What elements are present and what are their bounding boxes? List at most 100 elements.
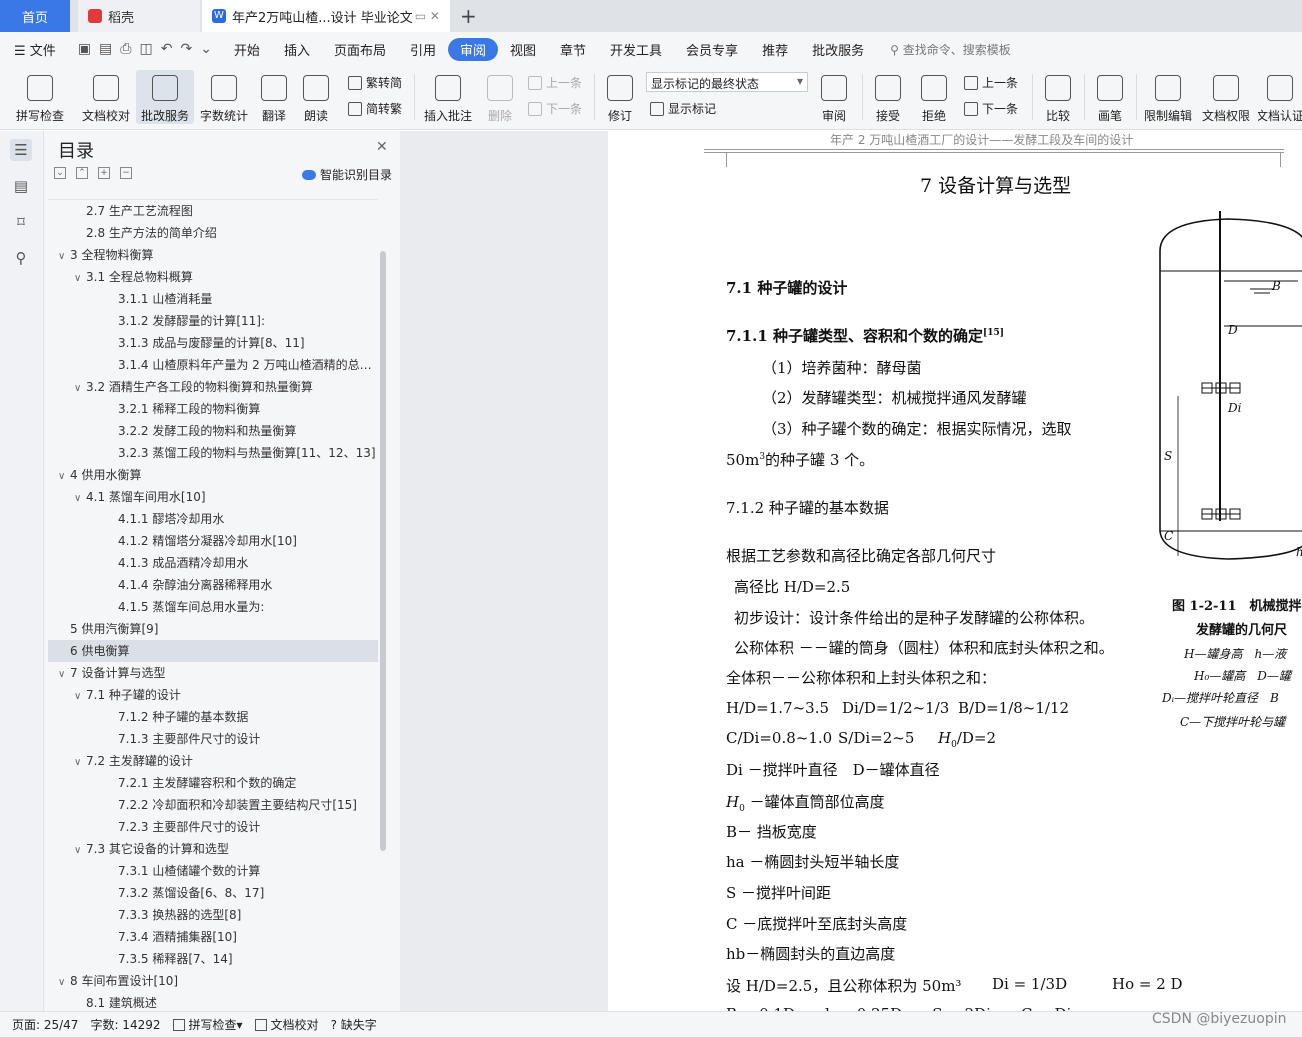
toc-item[interactable]: 4.1.4 杂醇油分离器稀释用水 xyxy=(48,574,378,596)
missing-font-status[interactable]: ? 缺失字 xyxy=(331,1016,377,1033)
undo-icon[interactable]: ↶ xyxy=(161,41,173,57)
compare-button[interactable]: 比较 xyxy=(1038,70,1078,124)
chevron-down-icon[interactable]: ∨ xyxy=(74,840,86,860)
prev-change-button[interactable]: 上一条 xyxy=(964,74,1018,91)
menu-layout[interactable]: 页面布局 xyxy=(322,40,398,59)
spell-check-status[interactable]: 拼写检查 ▾ xyxy=(172,1016,243,1033)
chevron-down-icon[interactable]: ∨ xyxy=(74,268,86,288)
translate-button[interactable]: 翻译 xyxy=(254,70,294,124)
toc-item[interactable]: 7.3.3 换热器的选型[8] xyxy=(48,904,378,926)
doc-cert-button[interactable]: 文档认证 xyxy=(1258,70,1302,124)
toc-item[interactable]: 7.2.2 冷却面积和冷却装置主要结构尺寸[15] xyxy=(48,794,378,816)
delete-comment-button[interactable]: 删除 xyxy=(480,70,520,124)
toc-item[interactable]: ∨ 7.1 种子罐的设计 xyxy=(48,684,378,706)
toc-item[interactable]: 4.1.1 醪塔冷却用水 xyxy=(48,508,378,530)
toc-item[interactable]: 7.3.2 蒸馏设备[6、8、17] xyxy=(48,882,378,904)
menu-view[interactable]: 视图 xyxy=(498,40,548,59)
toc-item[interactable]: ∨ 3.1 全程总物料概算 xyxy=(48,266,378,288)
word-count-indicator[interactable]: 字数: 14292 xyxy=(90,1016,160,1033)
menu-review[interactable]: 审阅 xyxy=(447,37,498,61)
toc-item[interactable]: 3.1.2 发酵醪量的计算[11]: xyxy=(48,310,378,332)
menu-member[interactable]: 会员专享 xyxy=(674,40,750,59)
toc-item[interactable]: ∨ 3 全程物料衡算 xyxy=(48,244,378,266)
next-change-button[interactable]: 下一条 xyxy=(964,100,1018,117)
toc-item[interactable]: 7.3.4 酒精捕集器[10] xyxy=(48,926,378,948)
to-traditional-button[interactable]: 繁转简 xyxy=(348,74,402,91)
document-page[interactable]: 年产 2 万吨山楂酒工厂的设计——发酵工段及车间的设计 7 设备计算与选型 7.… xyxy=(608,131,1302,1011)
restrict-edit-button[interactable]: 限制编辑 xyxy=(1142,70,1194,124)
prev-comment-button[interactable]: 上一条 xyxy=(528,74,582,91)
save-icon[interactable]: ▣ xyxy=(78,41,91,57)
toc-icon[interactable]: ☰ xyxy=(10,139,32,161)
print-icon[interactable]: ⎙ xyxy=(120,41,131,57)
toc-item[interactable]: ∨ 3.2 酒精生产各工段的物料衡算和热量衡算 xyxy=(48,376,378,398)
tab-home[interactable]: 首页 xyxy=(0,0,70,32)
display-mode-select[interactable]: 显示标记的最终状态 ▾ xyxy=(646,72,808,92)
tab-close-icon[interactable]: ▭ ✕ xyxy=(415,9,440,23)
toc-item[interactable]: 3.2.3 蒸馏工段的物料与热量衡算[11、12、13] xyxy=(48,442,378,464)
tab-document[interactable]: W 年产2万吨山楂...设计 毕业论文 ▭ ✕ xyxy=(202,0,450,32)
chevron-down-icon[interactable]: ∨ xyxy=(58,466,70,486)
remove-heading-icon[interactable]: − xyxy=(120,167,132,179)
expand-icon[interactable]: ⌃ xyxy=(76,167,88,179)
toc-item[interactable]: 8.1 建筑概述 xyxy=(48,992,378,1011)
toc-item[interactable]: 7.2.1 主发酵罐容积和个数的确定 xyxy=(48,772,378,794)
toc-item[interactable]: 4.1.5 蒸馏车间总用水量为: xyxy=(48,596,378,618)
doc-proof-button[interactable]: 文档校对 xyxy=(78,70,134,124)
read-aloud-button[interactable]: 朗读 xyxy=(298,70,334,124)
chevron-down-icon[interactable]: ∨ xyxy=(74,378,86,398)
toc-item[interactable]: ∨ 8 车间布置设计[10] xyxy=(48,970,378,992)
tab-docer[interactable]: 稻壳 xyxy=(78,0,200,32)
toc-item[interactable]: 7.1.2 种子罐的基本数据 xyxy=(48,706,378,728)
menu-references[interactable]: 引用 xyxy=(398,40,448,59)
to-simplified-button[interactable]: 简转繁 xyxy=(348,100,402,117)
toc-scrollbar[interactable] xyxy=(380,251,386,851)
word-count-button[interactable]: 字数统计 xyxy=(198,70,250,124)
reject-button[interactable]: 拒绝 xyxy=(914,70,954,124)
toc-item[interactable]: 2.7 生产工艺流程图 xyxy=(48,200,378,222)
toc-item[interactable]: 3.1.1 山楂消耗量 xyxy=(48,288,378,310)
redo-icon[interactable]: ↷ xyxy=(180,41,192,57)
insert-comment-button[interactable]: 插入批注 xyxy=(420,70,476,124)
doc-proof-status[interactable]: 文档校对 xyxy=(254,1016,319,1033)
bookmark-icon[interactable]: ⌑ xyxy=(10,211,32,233)
toc-item[interactable]: 5 供用汽衡算[9] xyxy=(48,618,378,640)
chevron-down-icon[interactable]: ∨ xyxy=(74,752,86,772)
menu-file[interactable]: ☰ 文件 xyxy=(0,40,68,59)
chapter-nav-icon[interactable]: ▤ xyxy=(10,175,32,197)
page-indicator[interactable]: 页面: 25/47 xyxy=(12,1016,78,1033)
toc-item[interactable]: ∨ 4 供用水衡算 xyxy=(48,464,378,486)
accept-button[interactable]: 接受 xyxy=(868,70,908,124)
toc-item[interactable]: 7.3.1 山楂储罐个数的计算 xyxy=(48,860,378,882)
command-search[interactable]: ⚲ 查找命令、搜索模板 xyxy=(890,41,1011,58)
spell-check-button[interactable]: 拼写检查 xyxy=(8,70,72,124)
toc-item[interactable]: 7.2.3 主要部件尺寸的设计 xyxy=(48,816,378,838)
next-comment-button[interactable]: 下一条 xyxy=(528,100,582,117)
menu-developer[interactable]: 开发工具 xyxy=(598,40,674,59)
toc-item[interactable]: 7.3.5 稀释器[7、14] xyxy=(48,948,378,970)
smart-toc-button[interactable]: 智能识别目录 xyxy=(302,166,392,183)
menu-insert[interactable]: 插入 xyxy=(272,40,322,59)
chevron-down-icon[interactable]: ∨ xyxy=(74,686,86,706)
toc-item[interactable]: 4.1.2 精馏塔分凝器冷却用水[10] xyxy=(48,530,378,552)
chevron-down-icon[interactable]: ∨ xyxy=(58,972,70,992)
collapse-icon[interactable]: ⌄ xyxy=(54,167,66,179)
toc-item[interactable]: 3.2.2 发酵工段的物料和热量衡算 xyxy=(48,420,378,442)
toc-item[interactable]: ∨ 7.2 主发酵罐的设计 xyxy=(48,750,378,772)
chevron-down-icon[interactable]: ∨ xyxy=(74,488,86,508)
toc-item[interactable]: 7.1.3 主要部件尺寸的设计 xyxy=(48,728,378,750)
add-heading-icon[interactable]: + xyxy=(98,167,110,179)
show-markup-button[interactable]: 显示标记 xyxy=(650,100,716,117)
print-preview-icon[interactable]: ◫ xyxy=(139,41,152,57)
close-icon[interactable]: ✕ xyxy=(376,139,388,155)
toc-item[interactable]: 3.1.4 山楂原料年产量为 2 万吨山楂酒精的总物... xyxy=(48,354,378,376)
more-icon[interactable]: ⌄ xyxy=(200,41,212,57)
review-pane-button[interactable]: 审阅 xyxy=(814,70,854,124)
chevron-down-icon[interactable]: ∨ xyxy=(58,664,70,684)
chevron-down-icon[interactable]: ∨ xyxy=(58,246,70,266)
toc-item[interactable]: ∨ 7 设备计算与选型 xyxy=(48,662,378,684)
toc-item[interactable]: 2.8 生产方法的简单介绍 xyxy=(48,222,378,244)
search-icon[interactable]: ⚲ xyxy=(10,247,32,269)
toc-item[interactable]: 3.2.1 稀释工段的物料衡算 xyxy=(48,398,378,420)
menu-chapter[interactable]: 章节 xyxy=(548,40,598,59)
